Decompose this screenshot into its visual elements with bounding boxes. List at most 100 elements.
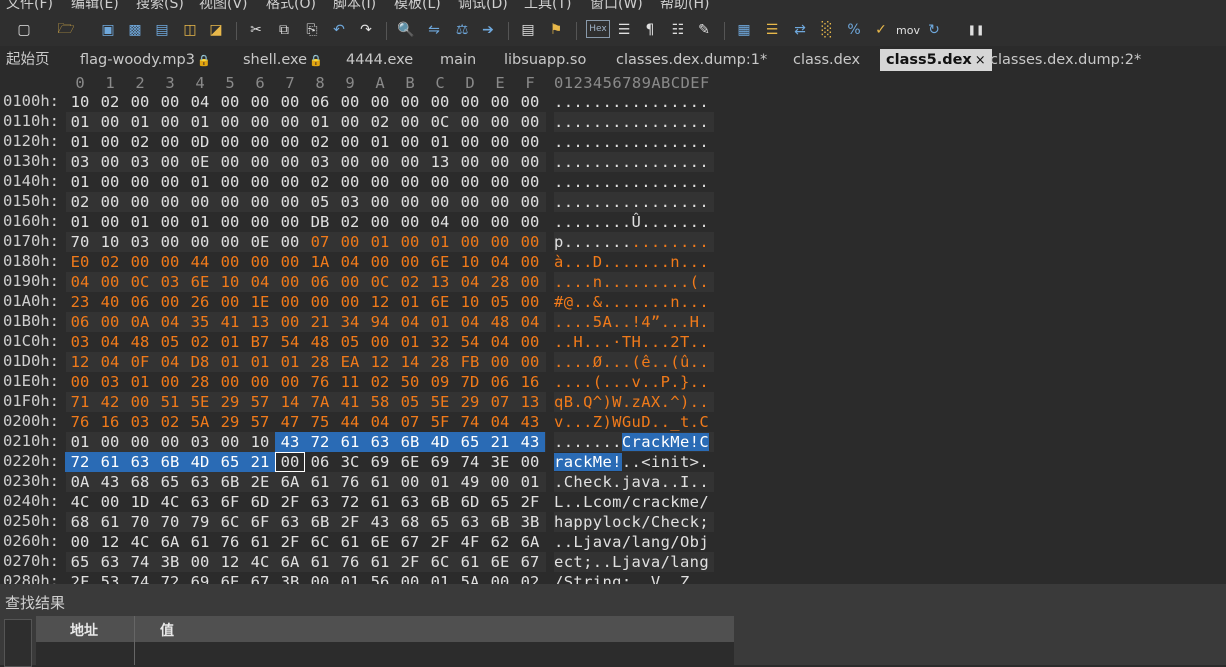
paste-icon[interactable]: ⎘ [302,20,322,40]
hex-byte[interactable]: 63 [185,472,215,492]
hex-byte[interactable]: 4C [155,492,185,512]
hex-byte[interactable]: 04 [335,252,365,272]
hex-byte[interactable]: 00 [485,112,515,132]
redo-icon[interactable]: ↷ [356,20,376,40]
hex-byte[interactable]: 01 [425,132,455,152]
hex-byte[interactable]: 04 [365,412,395,432]
hex-byte[interactable]: 02 [365,372,395,392]
hex-byte[interactable]: 01 [425,312,455,332]
hex-byte[interactable]: 00 [95,172,125,192]
hex-byte[interactable]: 2F [65,572,95,584]
hex-byte[interactable]: 00 [95,492,125,512]
histogram-icon[interactable]: ░ [817,20,837,40]
hex-byte[interactable]: 00 [155,172,185,192]
ascii-text[interactable]: .......CrackMe!C [554,432,709,452]
hex-byte[interactable]: 00 [65,532,95,552]
hex-byte[interactable]: 56 [365,572,395,584]
save-as-icon[interactable]: ▩ [125,20,145,40]
toolbar-overflow-icon[interactable]: ❚❚ [966,20,986,40]
hex-byte[interactable]: 54 [455,332,485,352]
hex-byte[interactable]: 12 [365,292,395,312]
tab[interactable]: main [440,49,476,71]
hex-byte[interactable]: 10 [245,432,275,452]
hex-byte[interactable]: 10 [95,232,125,252]
menu-item[interactable]: 格式(O) [266,0,316,13]
hex-byte[interactable]: 00 [275,232,305,252]
hex-byte[interactable]: 5E [425,392,455,412]
hex-byte[interactable]: 28 [485,272,515,292]
ascii-text[interactable]: /String;..V..Z.. [554,572,709,584]
hex-byte[interactable]: 12 [65,352,95,372]
ascii-text[interactable]: ..H...·TH...2T.. [554,332,709,352]
hex-byte[interactable]: 00 [215,192,245,212]
hex-byte[interactable]: 06 [305,272,335,292]
hex-byte[interactable]: 00 [365,252,395,272]
hex-byte[interactable]: 1E [245,292,275,312]
hex-byte[interactable]: 6D [245,492,275,512]
hex-byte[interactable]: 61 [365,492,395,512]
menu-item[interactable]: 编辑(E) [71,0,119,13]
hex-byte[interactable]: E0 [65,252,95,272]
hex-byte[interactable]: 14 [275,392,305,412]
hex-byte[interactable]: 00 [365,192,395,212]
hex-byte[interactable]: 01 [125,372,155,392]
hex-byte[interactable]: 00 [275,292,305,312]
hex-byte[interactable]: 21 [305,312,335,332]
hex-byte[interactable]: 00 [155,292,185,312]
hex-byte[interactable]: 00 [245,172,275,192]
hex-byte[interactable]: 00 [95,132,125,152]
ascii-text[interactable]: p............... [554,232,709,252]
hex-byte[interactable]: 63 [395,492,425,512]
hex-byte[interactable]: 63 [365,432,395,452]
hex-byte[interactable]: 00 [155,152,185,172]
ascii-text[interactable]: ..Ljava/lang/Obj [554,532,709,552]
hex-byte[interactable]: 00 [155,112,185,132]
hex-byte[interactable]: 00 [365,152,395,172]
menu-item[interactable]: 模板(L) [394,0,441,13]
hex-byte[interactable]: 62 [485,532,515,552]
hex-byte[interactable]: 01 [65,112,95,132]
menu-item[interactable]: 帮助(H) [660,0,709,13]
hex-byte[interactable]: 00 [185,552,215,572]
hex-editor[interactable]: 0 1 2 3 4 5 6 7 8 9 A B C D E F 0123456789ABCDEF 0100h: 10… [0,72,715,584]
tab[interactable]: libsuapp.so [504,49,586,71]
undo-icon[interactable]: ↶ [329,20,349,40]
hex-byte[interactable]: 00 [95,112,125,132]
hex-byte[interactable]: 65 [155,472,185,492]
hex-byte[interactable]: 00 [95,272,125,292]
hex-byte[interactable]: 04 [155,352,185,372]
hex-byte[interactable]: 00 [485,352,515,372]
columns-icon[interactable]: ☷ [668,20,688,40]
hex-byte[interactable]: 41 [335,392,365,412]
hex-byte[interactable]: 00 [215,172,245,192]
hex-byte[interactable]: 00 [155,212,185,232]
hex-byte[interactable]: 54 [275,332,305,352]
hex-byte[interactable]: 48 [305,332,335,352]
tab[interactable]: class.dex [793,49,860,71]
hex-byte[interactable]: 00 [395,152,425,172]
hex-byte[interactable]: 3E [485,452,515,472]
hex-byte[interactable]: 5A [185,412,215,432]
hex-byte[interactable]: 04 [515,312,545,332]
hex-byte[interactable]: 00 [515,92,545,112]
hex-byte[interactable]: 63 [185,492,215,512]
hex-byte[interactable]: 01 [365,232,395,252]
base-convert-icon[interactable]: ↻ [924,20,944,40]
hex-byte[interactable]: 00 [365,172,395,192]
hex-byte[interactable]: 28 [305,352,335,372]
ascii-text[interactable]: ....5A..!4”...H. [554,312,709,332]
hex-byte[interactable]: 29 [455,392,485,412]
hex-byte[interactable]: 43 [95,472,125,492]
hex-byte[interactable]: 72 [65,452,95,472]
hex-byte[interactable]: 76 [335,472,365,492]
hex-byte[interactable]: 12 [365,352,395,372]
hex-byte[interactable]: 00 [365,92,395,112]
hex-byte[interactable]: 00 [515,112,545,132]
ascii-text[interactable]: ................ [554,152,709,172]
hex-byte[interactable]: 44 [185,252,215,272]
hex-byte[interactable]: 00 [215,132,245,152]
ascii-text[interactable]: ........Û....... [554,212,709,232]
hex-byte[interactable]: 00 [155,372,185,392]
hex-byte[interactable]: 00 [455,192,485,212]
hex-byte[interactable]: 4D [185,452,215,472]
